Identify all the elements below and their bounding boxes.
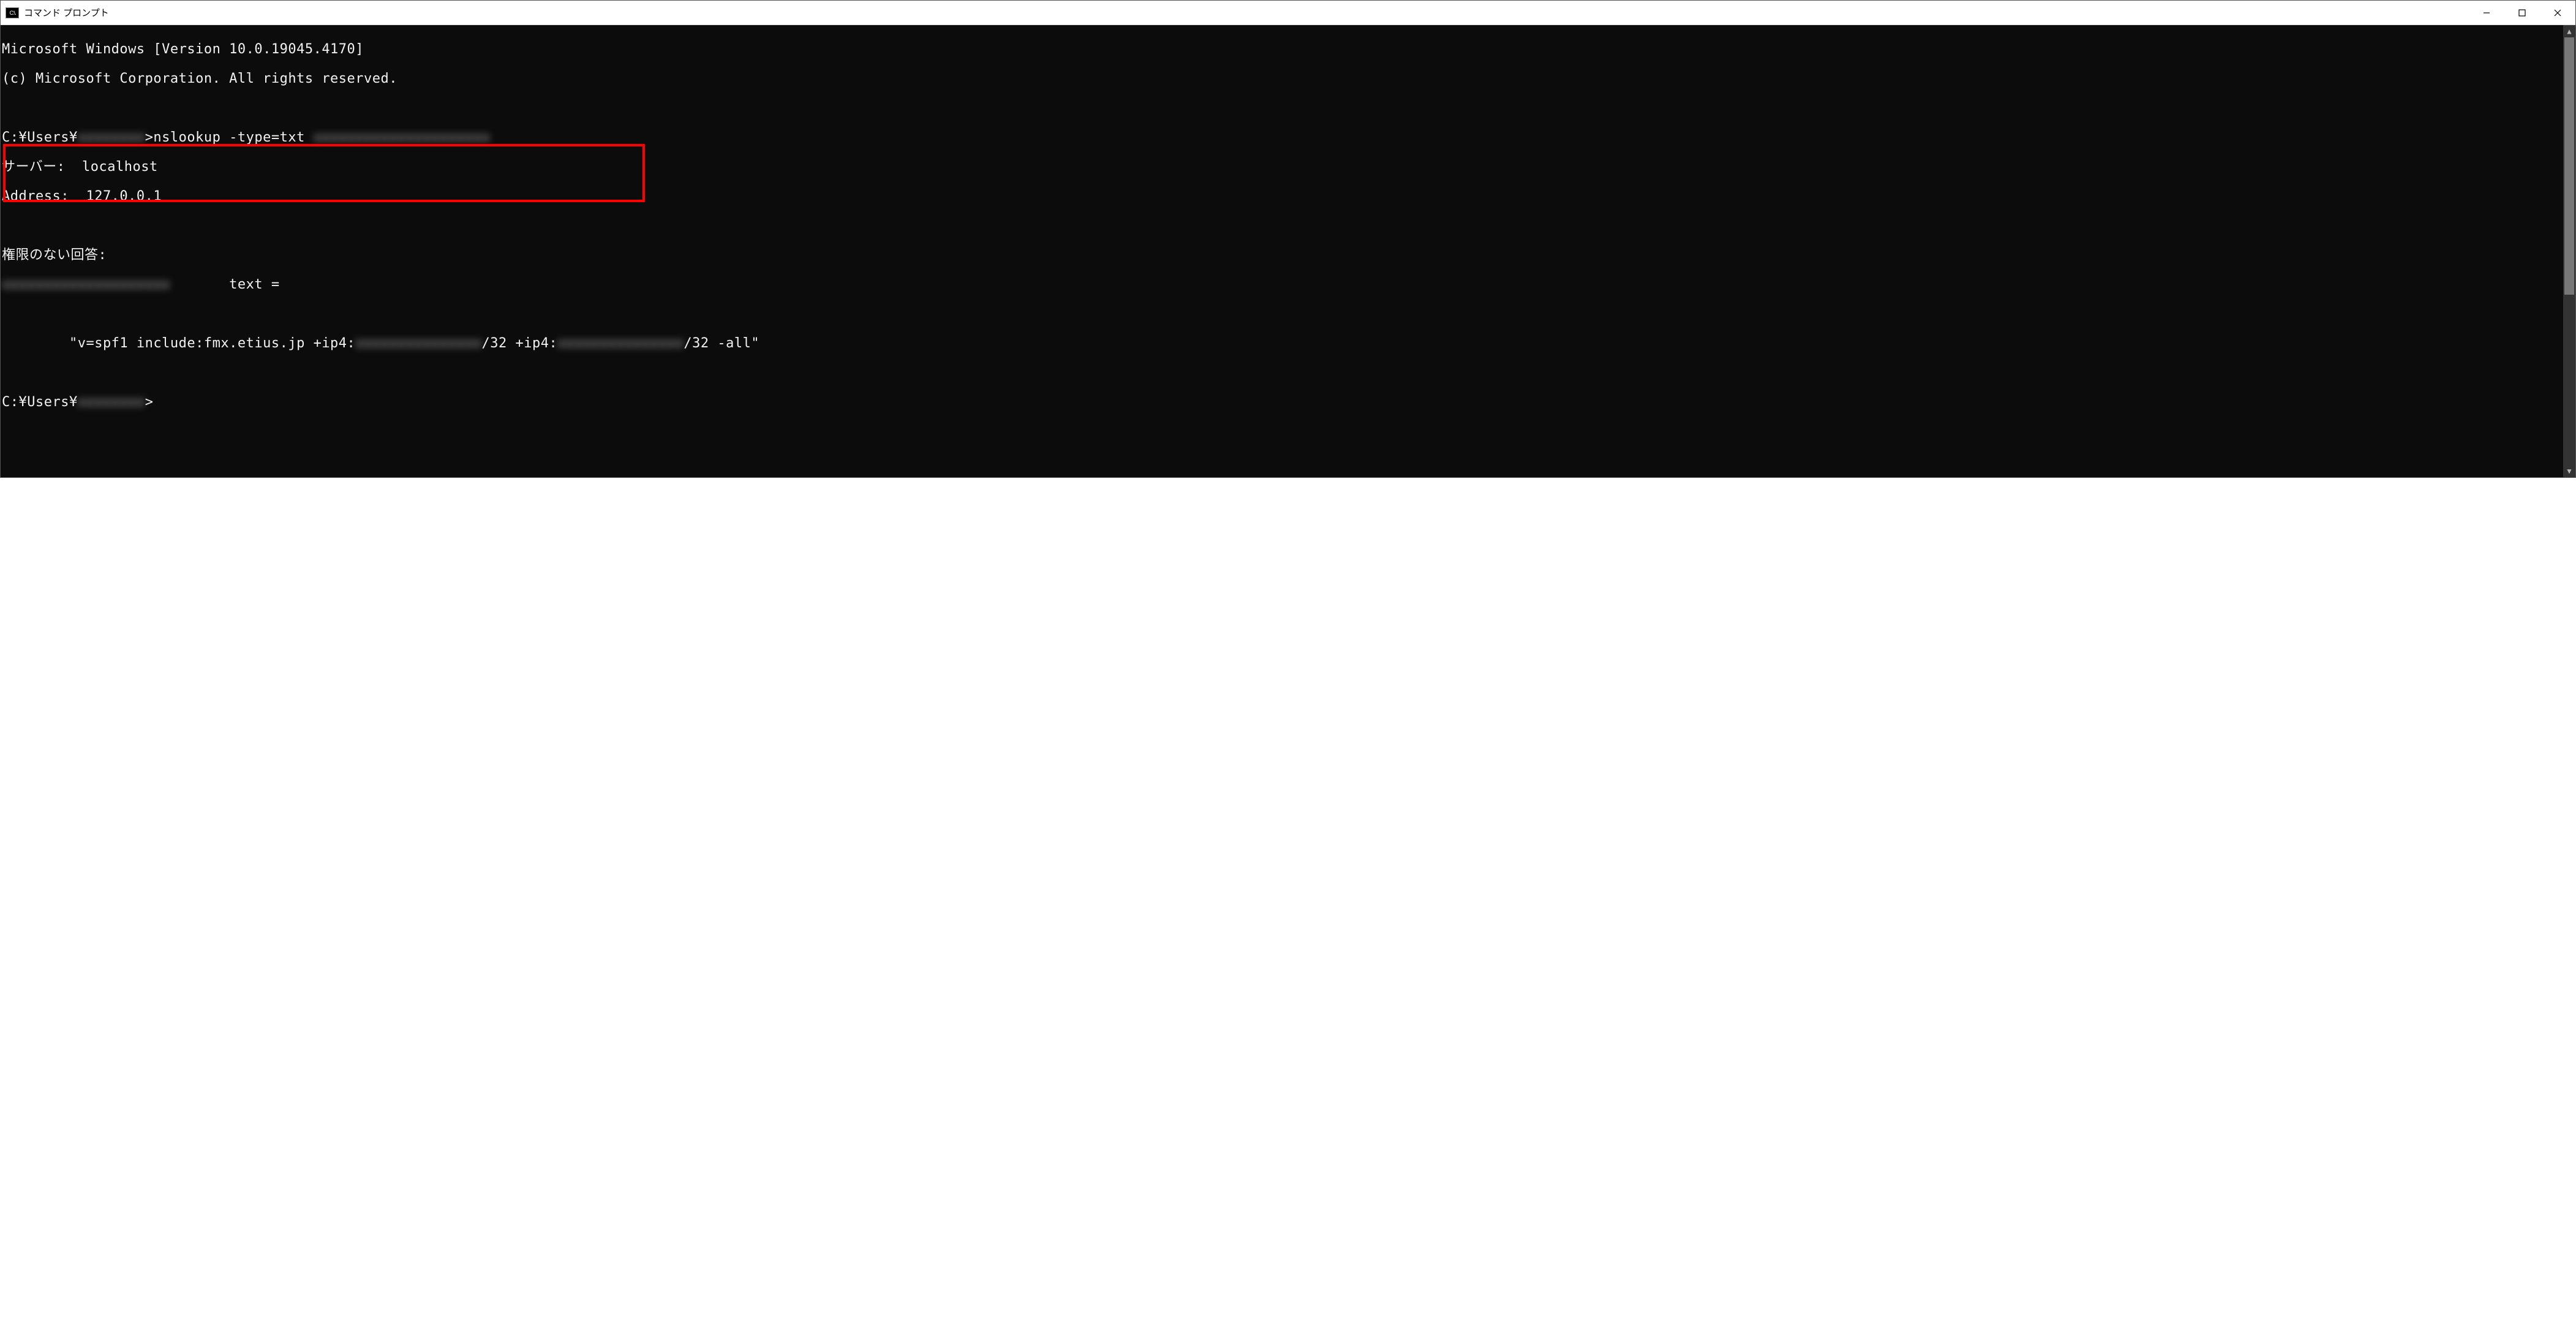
spf-text: /32 -all" [684, 336, 759, 351]
close-button[interactable] [2540, 1, 2575, 25]
content-area: Microsoft Windows [Version 10.0.19045.41… [1, 25, 2575, 477]
output-line: サーバー: localhost [2, 160, 2563, 175]
spf-text: /32 +ip4: [481, 336, 557, 351]
vertical-scrollbar[interactable]: ▲ ▼ [2563, 25, 2575, 477]
prompt-text: C:¥Users¥ [2, 130, 78, 145]
output-line: 権限のない回答: [2, 248, 2563, 263]
scroll-down-button[interactable]: ▼ [2563, 465, 2575, 477]
terminal-output[interactable]: Microsoft Windows [Version 10.0.19045.41… [1, 25, 2563, 477]
prompt-tail: > [145, 395, 154, 410]
redacted-text: xxxxxxxxxxxxxxx [355, 336, 481, 351]
output-text: text = [170, 277, 280, 292]
output-line: (c) Microsoft Corporation. All rights re… [2, 72, 2563, 86]
output-line: Address: 127.0.0.1 [2, 189, 2563, 204]
redacted-text: xxxxxxxxxxxxxxxxxxxxx [314, 130, 491, 145]
scroll-track[interactable] [2563, 37, 2575, 465]
command-prompt-window: C:\. コマンド プロンプト Microsoft Windows [Versi… [0, 0, 2576, 478]
command-text: >nslookup -type=txt [145, 130, 314, 145]
output-line [2, 307, 2563, 322]
redacted-text: xxxxxxxxxxxxxxxxxxxx [2, 278, 170, 292]
cmd-icon: C:\. [6, 7, 19, 18]
scroll-thumb[interactable] [2564, 37, 2574, 295]
scroll-up-button[interactable]: ▲ [2563, 25, 2575, 37]
redacted-text: xxxxxxxxxxxxxxx [557, 336, 684, 351]
window-controls [2469, 1, 2575, 25]
output-line: "v=spf1 include:fmx.etius.jp +ip4:xxxxxx… [2, 336, 2563, 351]
prompt-text: C:¥Users¥ [2, 395, 78, 410]
output-line [2, 101, 2563, 116]
redacted-text: xxxxxxxx [78, 395, 145, 410]
spf-text: "v=spf1 include:fmx.etius.jp +ip4: [2, 336, 355, 351]
output-line: Microsoft Windows [Version 10.0.19045.41… [2, 42, 2563, 57]
redacted-text: xxxxxxxx [78, 130, 145, 145]
window-title: コマンド プロンプト [24, 6, 109, 19]
output-line: C:¥Users¥xxxxxxxx> [2, 395, 2563, 410]
minimize-button[interactable] [2469, 1, 2504, 25]
maximize-button[interactable] [2504, 1, 2540, 25]
output-line: xxxxxxxxxxxxxxxxxxxx text = [2, 278, 2563, 292]
output-line [2, 219, 2563, 233]
output-line: C:¥Users¥xxxxxxxx>nslookup -type=txt xxx… [2, 130, 2563, 145]
titlebar[interactable]: C:\. コマンド プロンプト [1, 1, 2575, 25]
output-line [2, 366, 2563, 380]
